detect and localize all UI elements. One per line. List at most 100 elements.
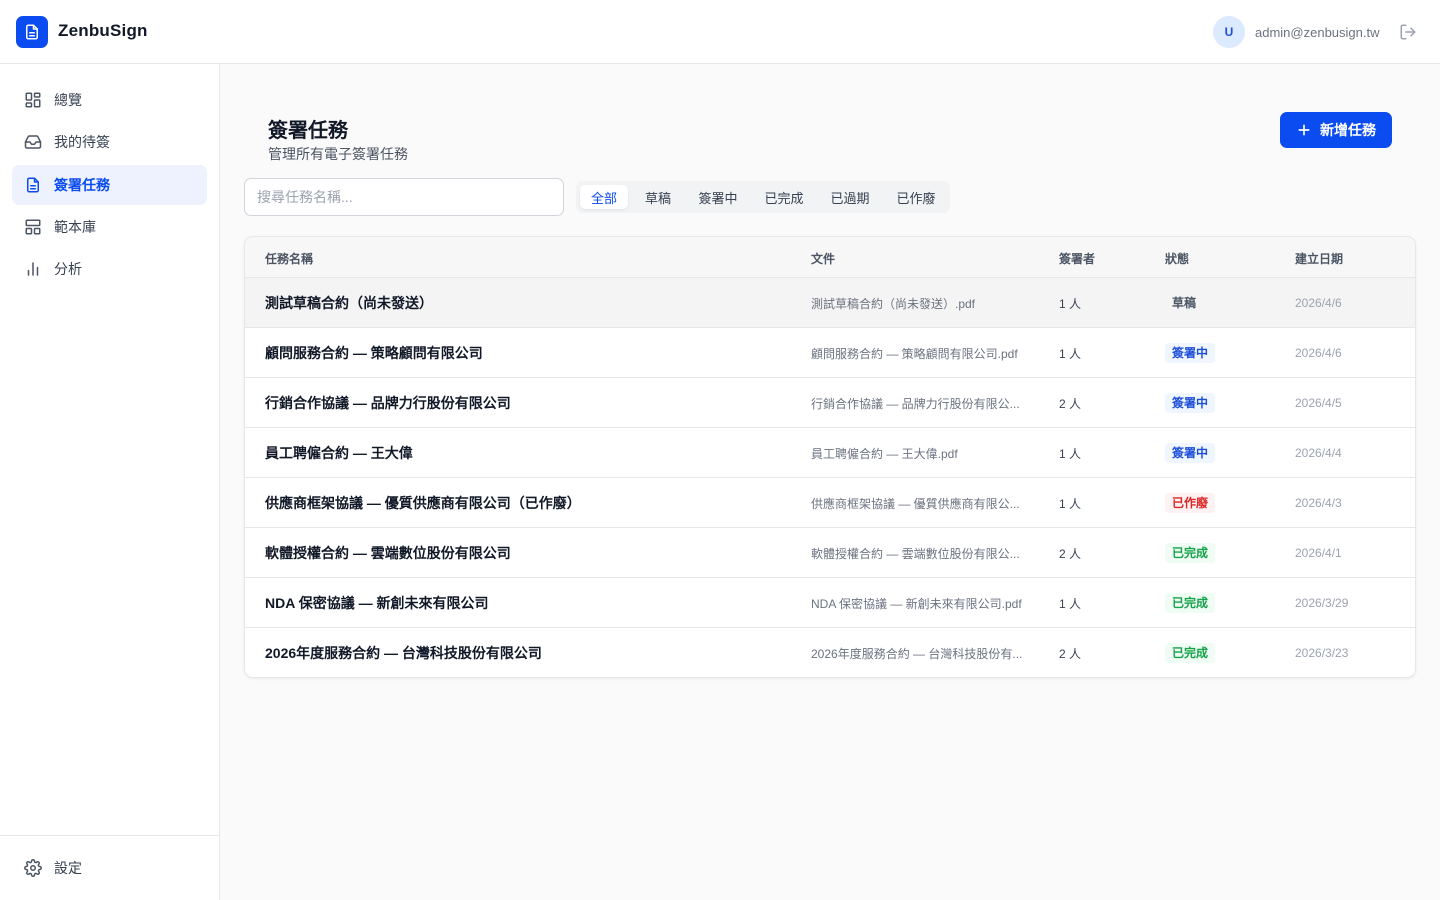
table-header: 任務名稱 文件 簽署者 狀態 建立日期 [245, 237, 1415, 278]
column-header-status[interactable]: 狀態 [1165, 250, 1189, 267]
status-cell: 簽署中 [1165, 328, 1216, 378]
created-date: 2026/4/3 [1295, 496, 1342, 510]
signer-count: 1 人 [1059, 346, 1082, 361]
document-icon [24, 176, 42, 194]
task-name: NDA 保密協議 — 新創未來有限公司 [265, 595, 489, 611]
sidebar-item-templates[interactable]: 範本庫 [12, 207, 207, 247]
signer-count: 1 人 [1059, 296, 1082, 311]
status-badge: 簽署中 [1165, 393, 1216, 413]
template-icon [24, 218, 42, 236]
table-row[interactable]: 測試草稿合約（尚未發送） 測試草稿合約（尚未發送）.pdf 1 人 草稿 202… [245, 278, 1415, 328]
document-cell: 員工聘僱合約 — 王大偉.pdf [811, 428, 1025, 478]
table-row[interactable]: 供應商框架協議 — 優質供應商有限公司（已作廢） 供應商框架協議 — 優質供應商… [245, 478, 1415, 528]
table-row[interactable]: 軟體授權合約 — 雲端數位股份有限公司 軟體授權合約 — 雲端數位股份有限公..… [245, 528, 1415, 578]
new-task-button[interactable]: 新增任務 [1280, 112, 1392, 148]
sidebar-item-label: 我的待簽 [54, 134, 110, 150]
status-badge: 已作廢 [1165, 493, 1216, 513]
table-row[interactable]: 行銷合作協議 — 品牌力行股份有限公司 行銷合作協議 — 品牌力行股份有限公..… [245, 378, 1415, 428]
document-cell: NDA 保密協議 — 新創未來有限公司.pdf [811, 578, 1025, 628]
column-header-name[interactable]: 任務名稱 [265, 250, 313, 267]
document-name: 測試草稿合約（尚未發送）.pdf [811, 296, 976, 311]
table-row[interactable]: NDA 保密協議 — 新創未來有限公司 NDA 保密協議 — 新創未來有限公司.… [245, 578, 1415, 628]
status-badge: 草稿 [1172, 296, 1197, 310]
created-date: 2026/4/6 [1295, 296, 1342, 310]
status-badge: 已完成 [1165, 643, 1216, 663]
sidebar-divider [0, 835, 219, 836]
tab-voided[interactable]: 已作廢 [886, 185, 946, 209]
table-row[interactable]: 2026年度服務合約 — 台灣科技股份有限公司 2026年度服務合約 — 台灣科… [245, 628, 1415, 677]
tab-signing[interactable]: 簽署中 [688, 185, 748, 209]
signer-count: 1 人 [1059, 496, 1082, 511]
search-input[interactable] [244, 178, 564, 216]
status-cell: 已作廢 [1165, 478, 1216, 528]
status-badge: 已完成 [1165, 543, 1216, 563]
task-name: 2026年度服務合約 — 台灣科技股份有限公司 [265, 645, 542, 661]
signer-count: 2 人 [1059, 396, 1082, 411]
task-name: 行銷合作協議 — 品牌力行股份有限公司 [265, 395, 511, 411]
tab-all[interactable]: 全部 [580, 185, 628, 209]
tab-draft[interactable]: 草稿 [634, 185, 682, 209]
document-cell: 軟體授權合約 — 雲端數位股份有限公... [811, 528, 1025, 578]
tasks-table: 任務名稱 文件 簽署者 狀態 建立日期 測試草稿合約（尚未發送） 測試草稿合約（… [244, 236, 1416, 678]
document-cell: 行銷合作協議 — 品牌力行股份有限公... [811, 378, 1025, 428]
avatar[interactable]: U [1213, 16, 1245, 48]
sidebar-item-analytics[interactable]: 分析 [12, 249, 207, 289]
created-date: 2026/3/29 [1295, 596, 1349, 610]
created-date: 2026/4/4 [1295, 446, 1342, 460]
table-row[interactable]: 員工聘僱合約 — 王大偉 員工聘僱合約 — 王大偉.pdf 1 人 簽署中 20… [245, 428, 1415, 478]
task-name: 測試草稿合約（尚未發送） [265, 295, 433, 311]
document-name: 員工聘僱合約 — 王大偉.pdf [811, 446, 958, 461]
document-cell: 顧問服務合約 — 策略顧問有限公司.pdf [811, 328, 1025, 378]
sidebar-item-label: 簽署任務 [54, 177, 110, 193]
document-name: 2026年度服務合約 — 台灣科技股份有... [811, 646, 1023, 661]
signer-count: 1 人 [1059, 596, 1082, 611]
column-header-document[interactable]: 文件 [811, 250, 835, 267]
document-name: 軟體授權合約 — 雲端數位股份有限公... [811, 546, 1020, 561]
signer-count: 1 人 [1059, 446, 1082, 461]
status-badge: 已完成 [1165, 593, 1216, 613]
created-date: 2026/3/23 [1295, 646, 1349, 660]
created-date: 2026/4/1 [1295, 546, 1342, 560]
sidebar-item-signing-tasks[interactable]: 簽署任務 [12, 165, 207, 205]
column-header-created-date[interactable]: 建立日期 [1295, 250, 1343, 267]
logo-icon[interactable] [16, 16, 48, 48]
task-name: 供應商框架協議 — 優質供應商有限公司（已作廢） [265, 495, 581, 511]
status-cell: 簽署中 [1165, 378, 1216, 428]
column-header-signers[interactable]: 簽署者 [1059, 250, 1095, 267]
document-cell: 供應商框架協議 — 優質供應商有限公... [811, 478, 1025, 528]
user-email: admin@zenbusign.tw [1255, 25, 1380, 40]
status-cell: 已完成 [1165, 628, 1216, 677]
task-name: 顧問服務合約 — 策略顧問有限公司 [265, 345, 483, 361]
status-cell: 已完成 [1165, 578, 1216, 628]
status-cell: 草稿 [1165, 278, 1203, 328]
plus-icon [1296, 122, 1312, 138]
tab-completed[interactable]: 已完成 [754, 185, 814, 209]
grid-icon [24, 91, 42, 109]
document-name: NDA 保密協議 — 新創未來有限公司.pdf [811, 596, 1022, 611]
app-title: ZenbuSign [58, 21, 148, 40]
new-task-label: 新增任務 [1320, 122, 1376, 138]
task-name: 軟體授權合約 — 雲端數位股份有限公司 [265, 545, 511, 561]
sidebar-item-label: 設定 [54, 860, 82, 876]
page-subtitle: 管理所有電子簽署任務 [268, 146, 408, 162]
signer-count: 2 人 [1059, 546, 1082, 561]
sidebar: 總覽 我的待簽 簽署任務 範本庫 分析 設定 [0, 64, 220, 900]
sidebar-item-label: 總覽 [54, 92, 82, 108]
signer-count: 2 人 [1059, 646, 1082, 661]
status-cell: 已完成 [1165, 528, 1216, 578]
document-cell: 2026年度服務合約 — 台灣科技股份有... [811, 628, 1025, 677]
created-date: 2026/4/6 [1295, 346, 1342, 360]
table-row[interactable]: 顧問服務合約 — 策略顧問有限公司 顧問服務合約 — 策略顧問有限公司.pdf … [245, 328, 1415, 378]
gear-icon [24, 859, 42, 877]
sidebar-item-my-pending[interactable]: 我的待簽 [12, 122, 207, 162]
bar-chart-icon [24, 260, 42, 278]
logout-icon[interactable] [1399, 23, 1417, 41]
sidebar-item-label: 範本庫 [54, 219, 96, 235]
tab-expired[interactable]: 已過期 [820, 185, 880, 209]
sidebar-item-settings[interactable]: 設定 [12, 848, 207, 888]
document-cell: 測試草稿合約（尚未發送）.pdf [811, 278, 1025, 328]
inbox-icon [24, 133, 42, 151]
sidebar-item-overview[interactable]: 總覽 [12, 80, 207, 120]
status-badge: 簽署中 [1165, 343, 1216, 363]
document-name: 行銷合作協議 — 品牌力行股份有限公... [811, 396, 1020, 411]
